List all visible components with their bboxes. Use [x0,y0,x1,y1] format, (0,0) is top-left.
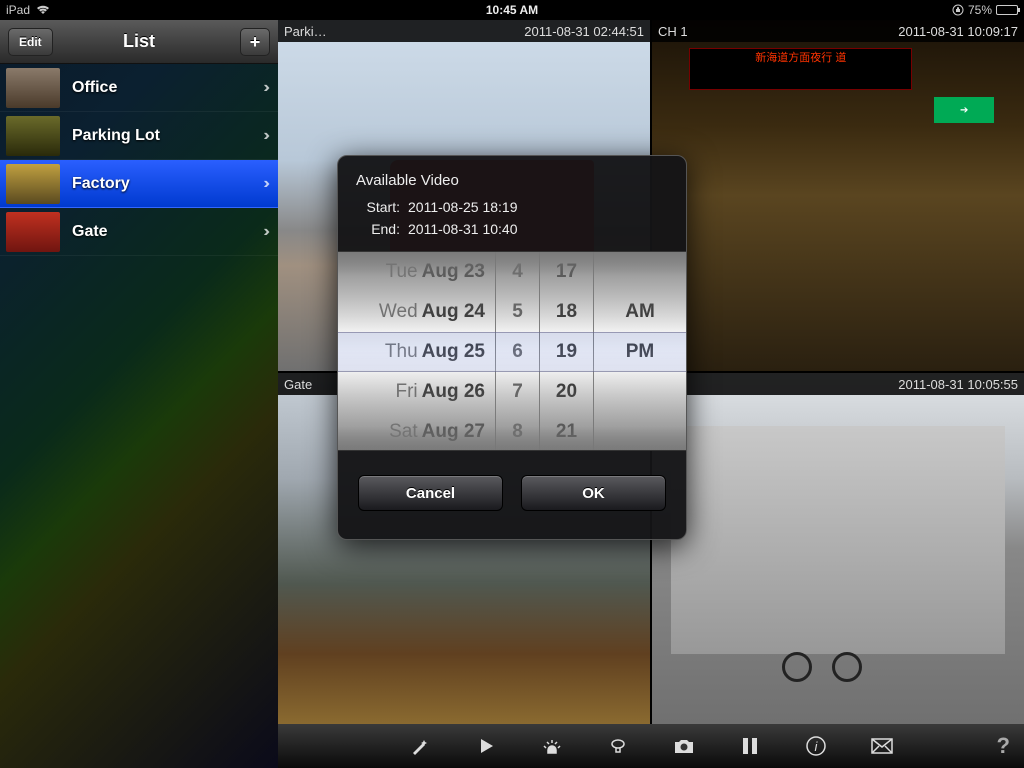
mail-icon[interactable] [868,732,896,760]
orientation-lock-icon [952,4,964,16]
datetime-picker[interactable]: TueTue Aug 23Aug 23 WedAug 24 ThuAug 25 … [338,251,686,451]
battery-icon [996,5,1018,15]
chevron-right-icon: ›› [263,79,266,97]
help-button[interactable]: ? [997,733,1010,759]
sidebar: Edit List + Office ›› Parking Lot ›› Fac… [0,20,278,768]
device-label: iPad [6,3,30,17]
picker-ampm-column[interactable]: AM PM [594,252,686,450]
exit-sign: ➔ [934,97,994,123]
chevron-right-icon: ›› [263,223,266,241]
end-label: End: [356,221,400,237]
bottom-toolbar: i ? [278,724,1024,768]
list-item-label: Parking Lot [72,127,251,145]
clock-label: 10:45 AM [486,3,538,17]
camera-tile-4[interactable]: 2011-08-31 10:05:55 [652,373,1024,724]
thumbnail [6,212,60,252]
list-item-office[interactable]: Office ›› [0,64,278,112]
cancel-button[interactable]: Cancel [358,475,503,511]
sidebar-header: Edit List + [0,20,278,64]
camera-timestamp: 2011-08-31 10:09:17 [898,24,1018,39]
ptz-icon[interactable] [604,732,632,760]
camera-timestamp: 2011-08-31 02:44:51 [524,24,644,39]
end-value: 2011-08-31 10:40 [408,221,518,237]
camera-list: Office ›› Parking Lot ›› Factory ›› Gate… [0,64,278,256]
svg-text:i: i [815,739,819,754]
camera-name: Parki… [284,24,524,39]
status-bar: iPad 10:45 AM 75% [0,0,1024,20]
available-video-modal: Available Video Start: 2011-08-25 18:19 … [337,155,687,540]
camera-name: CH 1 [658,24,898,39]
alarm-icon[interactable] [538,732,566,760]
camera-timestamp: 2011-08-31 10:05:55 [898,377,1018,392]
sidebar-title: List [123,31,155,52]
modal-title: Available Video [356,172,668,189]
pause-icon[interactable] [736,732,764,760]
camera-tile-ch1[interactable]: 新海道方面夜行 道 ➔ CH 1 2011-08-31 10:09:17 [652,20,1024,371]
thumbnail [6,116,60,156]
ok-button[interactable]: OK [521,475,666,511]
wand-icon[interactable] [406,732,434,760]
camera-icon[interactable] [670,732,698,760]
list-item-label: Office [72,79,251,97]
picker-hour-column[interactable]: 4 5 6 7 8 [496,252,540,450]
thumbnail [6,164,60,204]
start-value: 2011-08-25 18:19 [408,199,518,215]
info-icon[interactable]: i [802,732,830,760]
start-label: Start: [356,199,400,215]
battery-pct: 75% [968,3,992,17]
list-item-factory[interactable]: Factory ›› [0,160,278,208]
add-button[interactable]: + [240,28,270,56]
list-item-label: Factory [72,175,251,193]
list-item-label: Gate [72,223,251,241]
play-icon[interactable] [472,732,500,760]
wifi-icon [36,5,50,15]
chevron-right-icon: ›› [263,175,266,193]
picker-date-column[interactable]: TueTue Aug 23Aug 23 WedAug 24 ThuAug 25 … [338,252,496,450]
led-sign-text: 新海道方面夜行 道 [690,49,911,69]
picker-minute-column[interactable]: 17 18 19 20 21 [540,252,594,450]
list-item-gate[interactable]: Gate ›› [0,208,278,256]
chevron-right-icon: ›› [263,127,266,145]
edit-button[interactable]: Edit [8,28,53,56]
thumbnail [6,68,60,108]
list-item-parking-lot[interactable]: Parking Lot ›› [0,112,278,160]
